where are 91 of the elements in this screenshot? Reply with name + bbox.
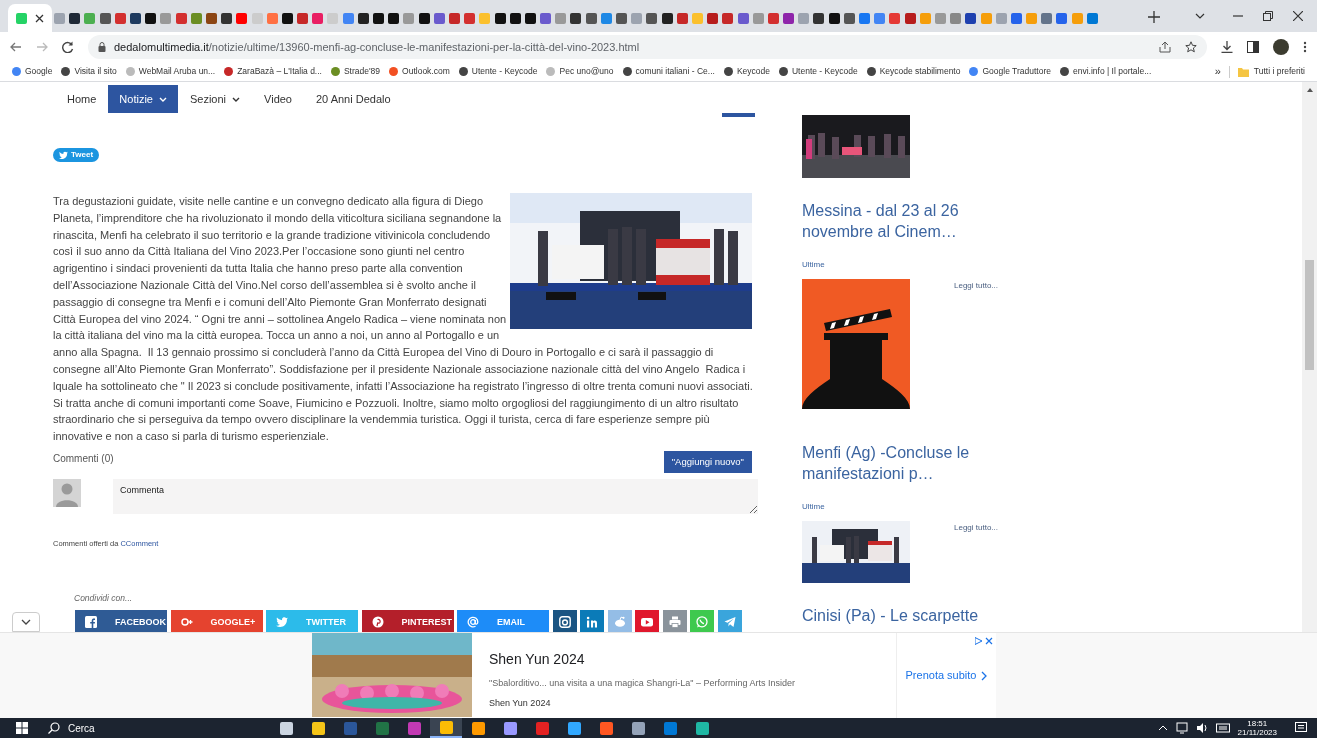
star-icon[interactable] (1185, 41, 1197, 53)
keyboard-icon[interactable] (1215, 722, 1230, 734)
nav-item[interactable]: 20 Anni Dedalo (304, 85, 403, 113)
bookmark[interactable]: Google Traduttore (969, 65, 1051, 78)
reddit-icon (613, 616, 626, 629)
avatar-placeholder-icon (53, 478, 81, 507)
collapse-button[interactable] (12, 612, 40, 632)
bookmark[interactable]: Keycode (723, 65, 770, 78)
add-comment-button[interactable]: "Aggiungi nuovo" (663, 450, 752, 473)
ad-banner[interactable]: Shen Yun 2024 "Sbalorditivo... una visita a una magica Shangri-La" – Performing Arts Insider Shen Yun 2024 Prenota subito (312, 633, 996, 718)
read-more-link[interactable]: Leggi tutto... (954, 522, 999, 534)
side-panel-icon[interactable] (1247, 41, 1259, 53)
comments-count: Commenti (0) (53, 451, 114, 466)
article-title-link[interactable]: Cinisi (Pa) - Le scarpette (802, 605, 1002, 626)
nav-item[interactable]: Sezioni (177, 85, 253, 113)
menu-icon[interactable] (1303, 41, 1307, 53)
youtube-icon (641, 616, 653, 629)
bookmark[interactable]: Pec uno@uno (546, 65, 614, 78)
bird-icon (59, 151, 68, 159)
bookmark[interactable]: ZaraBazà – L'Italia d... (224, 65, 322, 78)
bookmark[interactable]: Outlook.com (389, 65, 450, 78)
clock[interactable]: 18:51 21/11/2023 (1237, 719, 1277, 737)
at-sign-icon (467, 616, 479, 629)
windows-start-icon[interactable] (16, 722, 28, 734)
linkedin-share-button[interactable] (580, 609, 604, 632)
share-icon[interactable] (1159, 41, 1171, 53)
nav-item[interactable]: Notizie (108, 85, 178, 113)
url-text: dedalomultimedia.it/notizie/ultime/13960-menfi-ag-concluse-le-manifestazioni-per-la-città-del-vino-2023.html (114, 39, 640, 55)
youtube-share-button[interactable] (635, 609, 659, 632)
read-more-link[interactable]: Leggi tutto... (954, 280, 999, 292)
speaker-icon[interactable] (1195, 722, 1208, 734)
pinterest-share-button[interactable]: PINTEREST (361, 609, 454, 632)
facebook-icon (85, 616, 97, 629)
new-tab-icon[interactable] (1148, 11, 1160, 23)
telegram-share-button[interactable] (717, 609, 742, 632)
bookmark[interactable]: Visita il sito (61, 65, 117, 78)
taskbar-app[interactable] (430, 718, 462, 738)
restore-icon[interactable] (1263, 11, 1273, 21)
article-title-link[interactable]: Messina - dal 23 al 26 novembre al Cinem… (802, 200, 1002, 242)
close-icon[interactable] (1293, 11, 1303, 21)
linkedin-icon (586, 616, 598, 629)
ad-title: Shen Yun 2024 (489, 650, 586, 669)
comment-field[interactable]: Commenta (113, 478, 758, 514)
folder-icon (1237, 66, 1249, 77)
back-arrow-icon[interactable] (10, 41, 22, 53)
printer-icon (668, 616, 681, 629)
bookmark[interactable]: Utente - Keycode (458, 65, 538, 78)
network-icon[interactable] (1175, 722, 1188, 734)
article-paragraph: anno alla Spagna. Il 13 gennaio prossimo si concluderà l’anno da Città Europea del Vino di Douro in Portogallo e ci sarà il passaggio di consegne all’Alto Piemonte Gran Monferrato”. Soddisfazione per il presidente Nazionale associazione nazionale città del vino Angelo Radica i lquale ha sottolineato che " Il 2023 si conclude positivamente, infatti l’Associazione ha registrato l’ingresso di oltre trenta comuni nuovi associati. Si tratta anche di comuni importanti come Soave, Fiumicino e Pozzuoli. Inoltre, siamo molto orgogliosi del raggiungimento di un altro risultato straordinario che si perseguiva da tempo ovvero disciplinare la vendemmia turistica. Oggi il turista, cerca di fare esperienze sempre più innovative e non a caso si parla di turismo esperienziale. (53, 345, 754, 445)
bookmark[interactable]: Google (12, 65, 53, 78)
pinterest-icon (371, 616, 384, 629)
bookmark[interactable]: comuni italiani - Ce... (622, 65, 715, 78)
facebook-share-button[interactable]: FACEBOOK (75, 609, 167, 632)
bookmark[interactable]: Keycode stabilimento (866, 65, 961, 78)
googleplus-icon (180, 616, 193, 629)
address-bar[interactable]: dedalomultimedia.it/notizie/ultime/13960-menfi-ag-concluse-le-manifestazioni-per-la-città-del-vino-2023.html (88, 35, 1207, 59)
instagram-icon (558, 616, 571, 629)
reload-icon[interactable] (62, 41, 74, 53)
bookmark[interactable]: Utente - Keycode (778, 65, 858, 78)
nav-item[interactable]: Video (252, 85, 304, 113)
scroll-up-icon[interactable] (1306, 88, 1313, 92)
whatsapp-icon (696, 616, 708, 629)
scrollbar-thumb[interactable] (1305, 260, 1314, 370)
chevron-down-icon (21, 619, 31, 625)
chevron-down-icon[interactable] (1195, 13, 1205, 19)
twitter-icon (276, 616, 288, 629)
googleplus-share-button[interactable]: GOOGLE+ (170, 609, 263, 632)
bookmark[interactable]: Strade'89 (330, 65, 381, 78)
chevron-up-icon[interactable] (1157, 725, 1168, 731)
ad-description: "Sbalorditivo... una visita a una magica Shangri-La" – Performing Arts Insider (489, 677, 797, 690)
bookmark[interactable]: WebMail Aruba un... (125, 65, 216, 78)
share-label: Condividi con... (74, 592, 134, 605)
search-icon (48, 722, 60, 734)
instagram-share-button[interactable] (552, 609, 577, 632)
article-title-link[interactable]: Menfi (Ag) -Concluse le manifestazioni p… (802, 442, 1002, 484)
ad-choices-icon[interactable] (975, 637, 993, 645)
category-link[interactable]: Ultime (802, 501, 1242, 513)
notification-icon[interactable] (1295, 722, 1307, 734)
taskbar-search[interactable]: Cerca (48, 720, 238, 736)
ad-source: Shen Yun 2024 (489, 696, 552, 710)
download-icon[interactable] (1221, 41, 1233, 53)
telegram-icon (723, 616, 736, 629)
chevron-right-icon (981, 670, 988, 681)
lock-icon (98, 42, 106, 52)
more-bookmarks-button[interactable]: » (1214, 63, 1221, 80)
nav-item[interactable]: Home (55, 85, 109, 113)
bookmark[interactable]: envi.info | Il portale... (1059, 65, 1152, 78)
close-icon[interactable] (35, 13, 44, 23)
category-link[interactable]: Ultime (802, 259, 1242, 271)
all-bookmarks-button[interactable]: Tutti i preferiti (1237, 65, 1305, 78)
print-share-button[interactable] (662, 609, 687, 632)
